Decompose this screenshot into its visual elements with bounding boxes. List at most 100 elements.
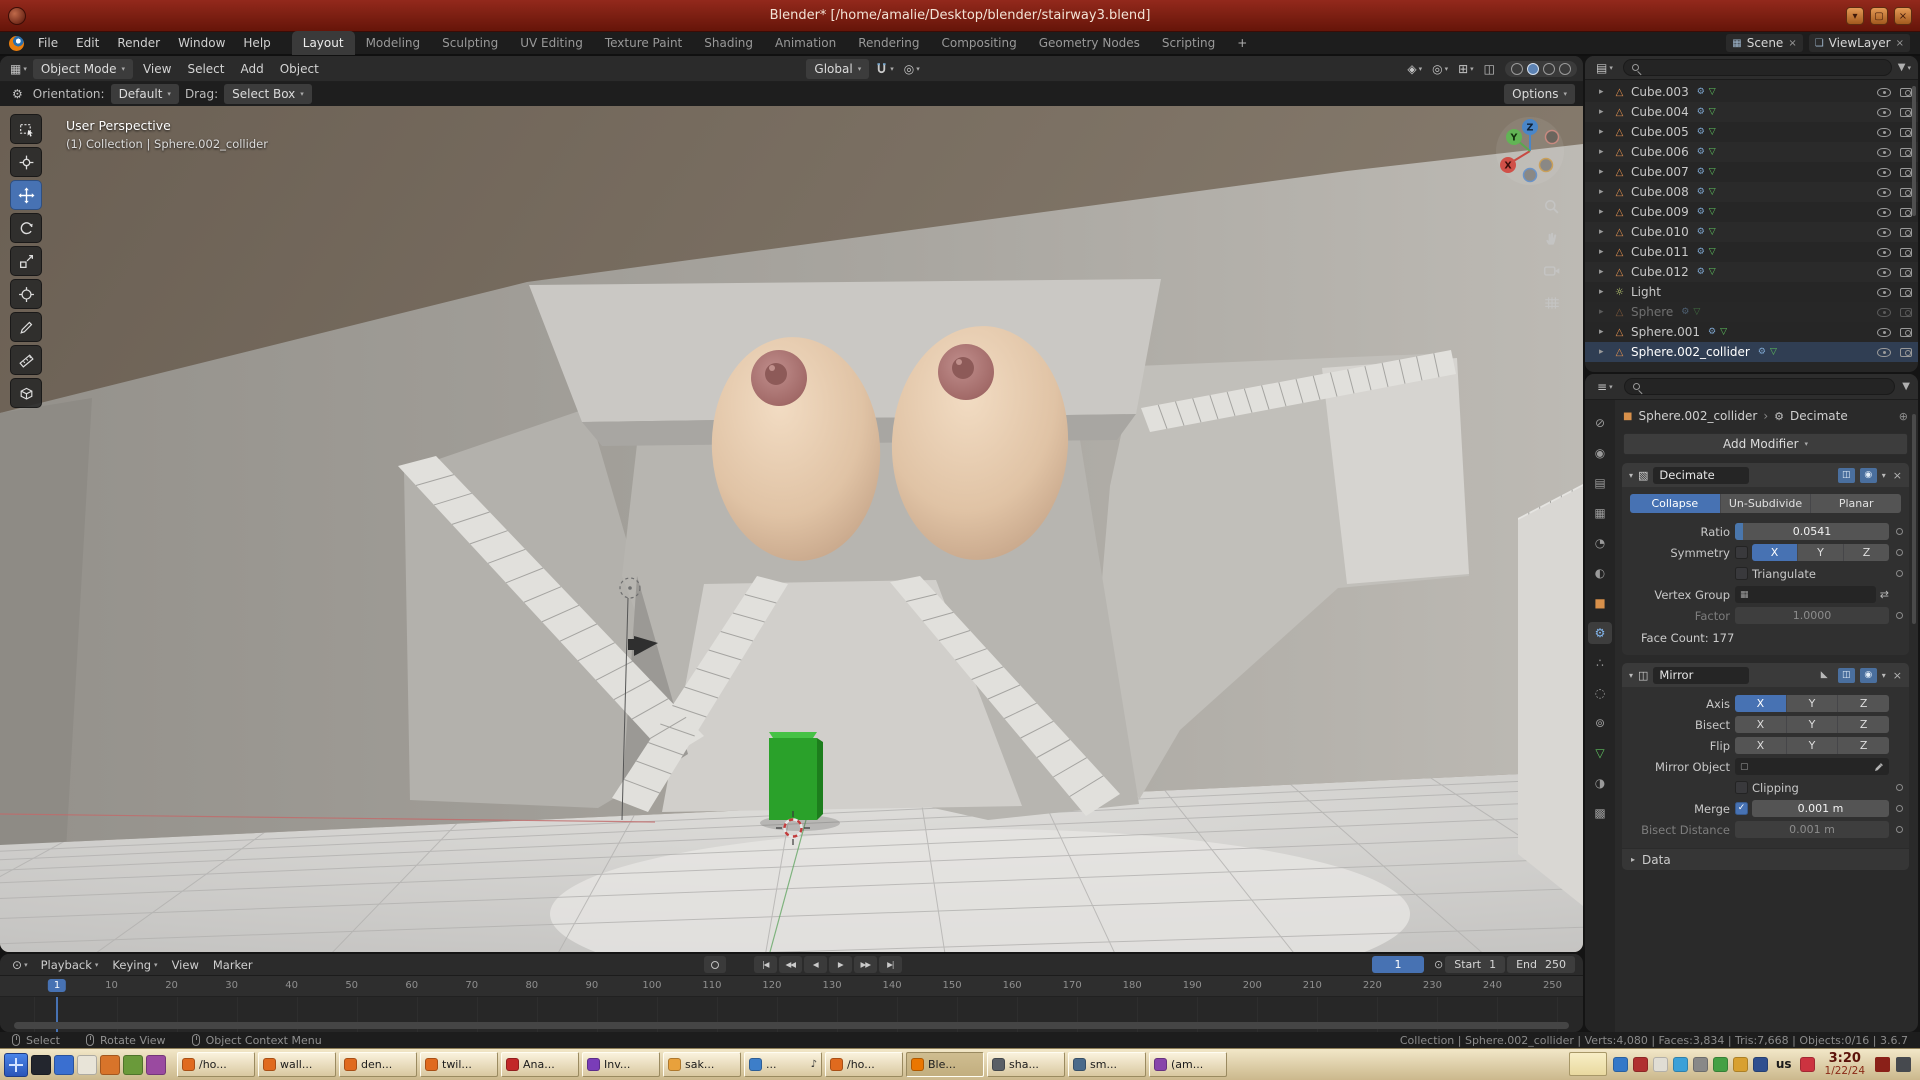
eyedropper-icon[interactable] xyxy=(1874,762,1884,772)
render-visibility-icon[interactable] xyxy=(1900,348,1912,357)
eye-visibility-icon[interactable] xyxy=(1877,168,1891,177)
mirror-object-field[interactable]: ▢ xyxy=(1735,758,1889,775)
taskbar-task-3-den-[interactable]: den... xyxy=(339,1052,417,1077)
eye-visibility-icon[interactable] xyxy=(1877,108,1891,117)
properties-search-input[interactable] xyxy=(1624,378,1896,395)
render-visibility-icon[interactable] xyxy=(1900,288,1912,297)
modifier-extras-icon[interactable]: ▾ xyxy=(1882,471,1886,480)
tray-icon-5[interactable] xyxy=(1693,1057,1708,1072)
clipping-checkbox[interactable] xyxy=(1735,781,1748,794)
workspace-tab-rendering[interactable]: Rendering xyxy=(847,31,930,55)
taskbar-task-4-twil-[interactable]: twil... xyxy=(420,1052,498,1077)
eye-visibility-icon[interactable] xyxy=(1877,188,1891,197)
taskbar-task-12-sm-[interactable]: sm... xyxy=(1068,1052,1146,1077)
remove-modifier-icon[interactable]: × xyxy=(1893,469,1902,482)
outliner-item-cube-010[interactable]: ▸△Cube.010⚙▽ xyxy=(1585,222,1918,242)
constraints-properties-tab[interactable]: ⊚ xyxy=(1588,712,1612,734)
menu-file[interactable]: File xyxy=(29,31,67,55)
collapse-panel-icon[interactable]: ▾ xyxy=(1629,671,1633,680)
outliner-display-mode-button[interactable]: ▤▾ xyxy=(1592,61,1617,75)
decorator-dot[interactable] xyxy=(1896,612,1903,619)
physics-properties-tab[interactable]: ◌ xyxy=(1588,682,1612,704)
display-viewport-toggle[interactable]: ◫ xyxy=(1838,468,1855,483)
expand-arrow-icon[interactable]: ▸ xyxy=(1599,227,1609,237)
viewlayer-remove-icon[interactable]: × xyxy=(1896,38,1904,49)
outliner-item-sphere-001[interactable]: ▸△Sphere.001⚙▽ xyxy=(1585,322,1918,342)
launcher-icon-2[interactable] xyxy=(54,1055,74,1075)
add-cube-tool-button[interactable] xyxy=(10,378,42,408)
triangulate-checkbox[interactable] xyxy=(1735,567,1748,580)
mode-dropdown[interactable]: Object Mode▾ xyxy=(33,59,133,79)
add-modifier-button[interactable]: Add Modifier▾ xyxy=(1623,433,1908,455)
tool-properties-tab[interactable]: ⊘ xyxy=(1588,412,1612,434)
breadcrumb-object[interactable]: Sphere.002_collider xyxy=(1638,409,1757,423)
show-gizmo-icon[interactable]: ◎▾ xyxy=(1428,62,1452,76)
preview-range-icon[interactable]: ⊙ xyxy=(1434,958,1443,971)
taskbar-task-6-inv-[interactable]: Inv... xyxy=(582,1052,660,1077)
render-visibility-icon[interactable] xyxy=(1900,168,1912,177)
render-visibility-icon[interactable] xyxy=(1900,108,1912,117)
timeline-menu-playback[interactable]: Playback▾ xyxy=(34,958,106,972)
mirror-axis-x-button[interactable]: X xyxy=(1735,695,1787,712)
invert-vertex-group-icon[interactable]: ⇄ xyxy=(1880,588,1889,601)
workspace-tab-uv-editing[interactable]: UV Editing xyxy=(509,31,594,55)
flip-axis-z-button[interactable]: Z xyxy=(1838,737,1889,754)
scene-properties-tab[interactable]: ◔ xyxy=(1588,532,1612,554)
bisect-axis-y-button[interactable]: Y xyxy=(1787,716,1839,733)
outliner-filter-icon[interactable]: ▼▾ xyxy=(1898,62,1911,73)
scene-selector[interactable]: ▦ Scene × xyxy=(1726,34,1802,52)
expand-arrow-icon[interactable]: ▸ xyxy=(1599,347,1609,357)
eye-visibility-icon[interactable] xyxy=(1877,328,1891,337)
display-render-toggle[interactable]: ◉ xyxy=(1860,668,1877,683)
render-visibility-icon[interactable] xyxy=(1900,308,1912,317)
taskbar-task-13--am-[interactable]: (am... xyxy=(1149,1052,1227,1077)
frame-end-field[interactable]: End 250 xyxy=(1507,956,1575,973)
merge-checkbox[interactable]: ✓ xyxy=(1735,802,1748,815)
launcher-icon-1[interactable] xyxy=(31,1055,51,1075)
timeline-ruler[interactable]: 1 11020304050607080901001101201301401501… xyxy=(0,976,1583,997)
prev-keyframe-button[interactable]: ◀◀ xyxy=(779,956,802,973)
decimate-mode-planar-button[interactable]: Planar xyxy=(1811,494,1901,513)
corner-icon-1[interactable] xyxy=(1875,1057,1890,1072)
cursor-tool-button[interactable] xyxy=(10,147,42,177)
render-properties-tab[interactable]: ◉ xyxy=(1588,442,1612,464)
tray-icon-2[interactable] xyxy=(1633,1057,1648,1072)
next-keyframe-button[interactable]: ▶▶ xyxy=(854,956,877,973)
expand-arrow-icon[interactable]: ▸ xyxy=(1599,327,1609,337)
menu-render[interactable]: Render xyxy=(108,31,169,55)
world-properties-tab[interactable]: ◐ xyxy=(1588,562,1612,584)
add-workspace-button[interactable]: + xyxy=(1226,31,1258,55)
tray-icon-8[interactable] xyxy=(1753,1057,1768,1072)
outliner-item-light[interactable]: ▸☼Light xyxy=(1585,282,1918,302)
material-properties-tab[interactable]: ◑ xyxy=(1588,772,1612,794)
rendered-shading-button[interactable] xyxy=(1559,63,1571,75)
eye-visibility-icon[interactable] xyxy=(1877,248,1891,257)
outliner-search-input[interactable] xyxy=(1623,59,1892,76)
data-subpanel[interactable]: ▸ Data xyxy=(1622,848,1909,870)
outliner-item-cube-003[interactable]: ▸△Cube.003⚙▽ xyxy=(1585,82,1918,102)
taskbar-task-11-sha-[interactable]: sha... xyxy=(987,1052,1065,1077)
render-visibility-icon[interactable] xyxy=(1900,148,1912,157)
3d-viewport-canvas[interactable]: User Perspective (1) Collection | Sphere… xyxy=(0,106,1583,952)
eye-visibility-icon[interactable] xyxy=(1877,148,1891,157)
render-visibility-icon[interactable] xyxy=(1900,268,1912,277)
properties-scrollbar[interactable] xyxy=(1912,414,1916,624)
edit-mode-toggle[interactable]: ◣ xyxy=(1816,668,1833,683)
eye-visibility-icon[interactable] xyxy=(1877,128,1891,137)
outliner-item-cube-004[interactable]: ▸△Cube.004⚙▽ xyxy=(1585,102,1918,122)
taskbar-task-2-wall-[interactable]: wall... xyxy=(258,1052,336,1077)
launcher-icon-3[interactable] xyxy=(77,1055,97,1075)
taskbar-task-7-sak-[interactable]: sak... xyxy=(663,1052,741,1077)
jump-to-end-button[interactable]: ▶| xyxy=(879,956,902,973)
workspace-tab-layout[interactable]: Layout xyxy=(292,31,355,55)
decorator-dot[interactable] xyxy=(1896,805,1903,812)
modifier-extras-icon[interactable]: ▾ xyxy=(1882,671,1886,680)
outliner-item-cube-009[interactable]: ▸△Cube.009⚙▽ xyxy=(1585,202,1918,222)
current-frame-field[interactable]: 1 xyxy=(1372,956,1424,973)
eye-visibility-icon[interactable] xyxy=(1877,348,1891,357)
flip-axis-y-button[interactable]: Y xyxy=(1787,737,1839,754)
particles-properties-tab[interactable]: ∴ xyxy=(1588,652,1612,674)
render-visibility-icon[interactable] xyxy=(1900,88,1912,97)
decimate-panel-header[interactable]: ▾ ▧ Decimate ◫ ◉ ▾ × xyxy=(1622,463,1909,487)
mirror-axis-y-button[interactable]: Y xyxy=(1787,695,1839,712)
